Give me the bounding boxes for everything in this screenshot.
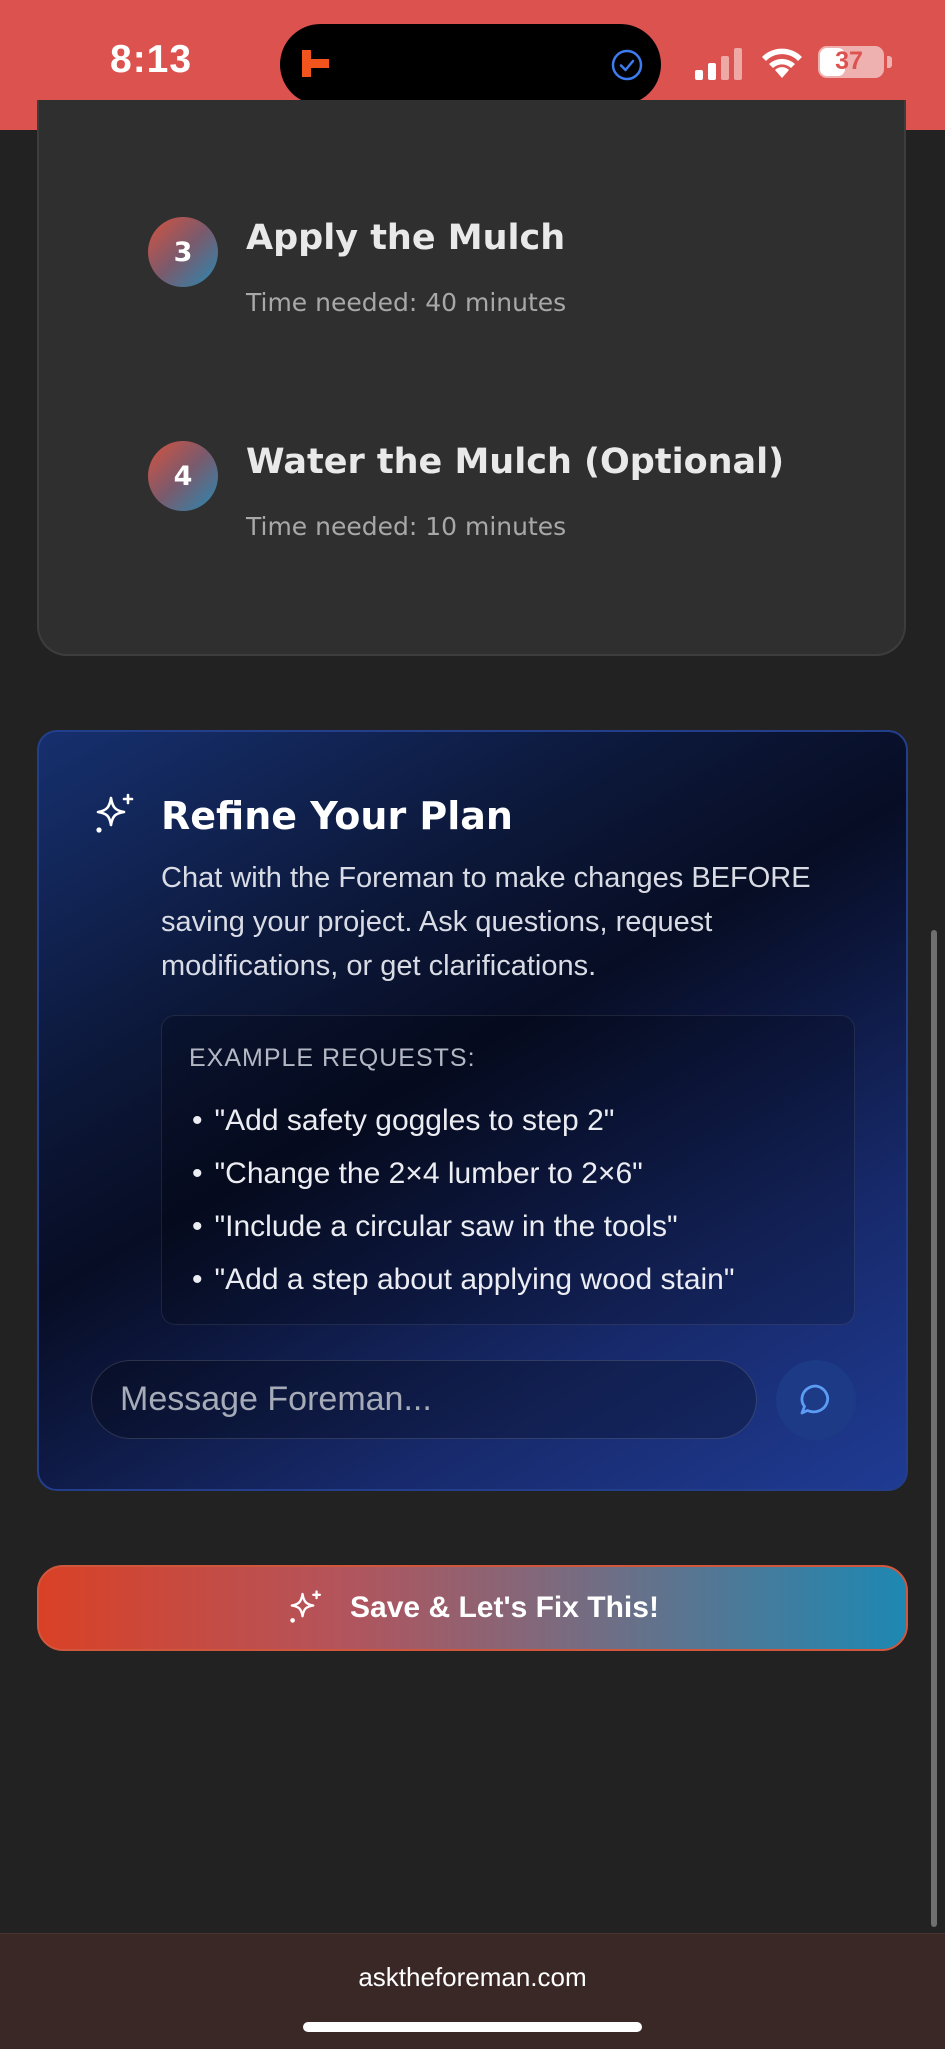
step-time: Time needed: 10 minutes	[246, 512, 567, 541]
refine-description: Chat with the Foreman to make changes BE…	[161, 862, 811, 982]
clock-time: 8:13	[110, 38, 193, 81]
examples-heading: EXAMPLE REQUESTS:	[189, 1044, 476, 1072]
home-indicator[interactable]	[303, 2022, 642, 2032]
wifi-icon	[762, 48, 802, 78]
battery-level: 37	[835, 47, 863, 75]
app-icon	[302, 50, 329, 77]
example-request: "Add safety goggles to step 2"	[192, 1094, 735, 1147]
browser-bottom-bar: asktheforeman.com	[0, 1933, 945, 2049]
example-requests-box: EXAMPLE REQUESTS: "Add safety goggles to…	[161, 1015, 855, 1325]
examples-list: "Add safety goggles to step 2" "Change t…	[192, 1094, 735, 1306]
example-request: "Change the 2×4 lumber to 2×6"	[192, 1147, 735, 1200]
example-request: "Include a circular saw in the tools"	[192, 1200, 735, 1253]
step-number-badge: 3	[148, 217, 218, 287]
step-number-badge: 4	[148, 441, 218, 511]
send-message-button[interactable]	[776, 1360, 856, 1440]
chat-bubble-icon	[800, 1384, 829, 1415]
step-title: Water the Mulch (Optional)	[246, 442, 785, 482]
battery-cap	[887, 56, 892, 68]
save-project-button[interactable]: Save & Let's Fix This!	[37, 1565, 908, 1651]
battery-icon: 37	[818, 46, 884, 78]
url-address[interactable]: asktheforeman.com	[0, 1962, 945, 1993]
scrollbar-thumb[interactable]	[931, 930, 937, 1927]
step-time: Time needed: 40 minutes	[246, 288, 567, 317]
refine-title: Refine Your Plan	[161, 794, 513, 838]
dynamic-island	[280, 24, 661, 105]
example-request: "Add a step about applying wood stain"	[192, 1253, 735, 1306]
step-title: Apply the Mulch	[246, 218, 566, 258]
message-input[interactable]	[91, 1360, 757, 1439]
steps-card: 3 Apply the Mulch Time needed: 40 minute…	[37, 100, 906, 656]
sparkle-icon	[96, 793, 134, 833]
refine-plan-panel: Refine Your Plan Chat with the Foreman t…	[37, 730, 908, 1491]
sparkle-icon	[290, 1590, 322, 1623]
signal-icon	[695, 48, 742, 80]
check-circle-icon	[611, 49, 643, 81]
save-button-label: Save & Let's Fix This!	[350, 1591, 659, 1624]
